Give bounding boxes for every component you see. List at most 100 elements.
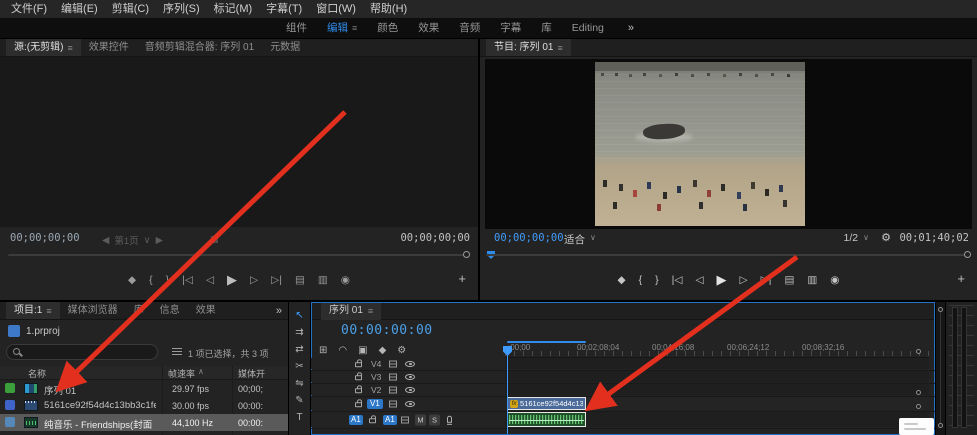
track-a1-lane[interactable] [505,412,929,427]
eye-icon[interactable] [405,361,415,367]
sync-lock-icon[interactable] [401,416,409,423]
go-to-out-button[interactable]: ▷| [761,274,772,286]
sync-lock-icon[interactable] [389,360,397,367]
render-zoom-bar[interactable] [507,341,586,343]
menu-edit[interactable]: 编辑(E) [54,0,105,18]
tab-effect-controls[interactable]: 效果控件 [81,39,137,57]
scrollbar-knob-top[interactable] [938,307,943,312]
sync-lock-icon[interactable] [389,386,397,393]
menu-title[interactable]: 字幕(T) [259,0,309,18]
lock-icon[interactable] [355,402,362,407]
source-scrub-bar[interactable] [8,251,470,260]
pager-prev-icon[interactable]: ◀ [102,235,109,246]
tab-effects[interactable]: 效果 [188,302,224,320]
program-scrub-bar[interactable] [486,251,971,260]
tab-project[interactable]: 项目:1 ≡ [6,302,60,320]
step-back-button[interactable]: ◁ [206,274,214,286]
tab-metadata[interactable]: 元数据 [262,39,308,57]
linked-selection-icon[interactable]: ▣ [358,345,367,356]
razor-tool-icon[interactable]: ✂ [289,359,310,374]
sync-lock-icon[interactable] [389,400,397,407]
mark-in-button[interactable]: { [149,274,153,286]
tab-source[interactable]: 源:(无剪辑) ≡ [6,39,81,57]
pager-next-icon[interactable]: ▶ [156,235,163,246]
play-button[interactable]: ▶ [717,272,727,288]
export-frame-button[interactable]: ◉ [341,274,350,286]
snap-magnet-icon[interactable]: ◠ [338,345,347,356]
scrub-track[interactable] [486,254,971,256]
track-target-badge[interactable]: V4 [371,359,381,369]
menu-clip[interactable]: 剪辑(C) [105,0,156,18]
pager-chevron-icon[interactable]: ∨ [144,235,151,246]
lift-button[interactable]: ▤ [784,274,794,286]
audio-clip[interactable] [507,412,586,427]
mark-in-button[interactable]: { [639,274,643,286]
project-row-audio-clip[interactable]: 纯音乐 - Friendships(封面 44,100 Hz 00:00: [0,414,288,431]
workspace-tab-titles[interactable]: 字幕 [490,18,531,38]
project-row-video-clip[interactable]: 5161ce92f54d4c13bb3c1fe 30.00 fps 00:00: [0,397,288,414]
program-current-timecode[interactable]: 00;00;00;00 [494,232,564,244]
panel-menu-icon[interactable]: ≡ [557,39,562,57]
panel-menu-icon[interactable]: ≡ [46,302,51,320]
extract-button[interactable]: ▥ [807,274,817,286]
insert-button[interactable]: ▤ [295,274,305,286]
workspace-tab-library[interactable]: 库 [531,18,562,38]
track-target-badge[interactable]: V2 [371,385,381,395]
play-button[interactable]: ▶ [227,272,237,288]
tab-audio-clip-mixer[interactable]: 音频剪辑混合器: 序列 01 [137,39,262,57]
button-editor-add-icon[interactable]: + [957,271,965,286]
track-v2-lane[interactable] [505,384,929,395]
slip-tool-icon[interactable]: ⇋ [289,376,310,391]
track-target-badge[interactable]: V3 [371,372,381,382]
timeline-current-timecode[interactable]: 00:00:00:00 [341,323,433,338]
mic-icon[interactable] [447,415,452,422]
project-search-box[interactable] [6,344,158,360]
list-view-icon[interactable] [172,348,182,357]
project-row-sequence[interactable]: 序列 01 29.97 fps 00;00; [0,380,288,397]
overwrite-button[interactable]: ▥ [318,274,328,286]
lock-icon[interactable] [355,375,362,380]
panel-menu-icon[interactable]: ≡ [67,39,72,57]
step-back-button[interactable]: ◁ [695,274,703,286]
menu-sequence[interactable]: 序列(S) [156,0,207,18]
fit-dropdown[interactable]: 适合 ∨ [564,232,596,247]
project-file-row[interactable]: 1.prproj [8,325,60,337]
go-to-in-button[interactable]: |◁ [182,274,193,286]
eye-icon[interactable] [405,374,415,380]
scrub-handle[interactable] [463,251,470,258]
menu-help[interactable]: 帮助(H) [363,0,414,18]
tab-libraries[interactable]: 库 [126,302,152,320]
mark-out-button[interactable]: } [655,274,659,286]
step-forward-button[interactable]: ▷ [740,274,748,286]
solo-button[interactable]: S [429,414,440,425]
video-clip[interactable]: fx 5161ce92f54d4c13bb3c1fe [507,397,586,410]
pen-tool-icon[interactable]: ✎ [289,393,310,408]
workspace-menu-icon[interactable]: ≡ [352,18,357,38]
source-patch-badge[interactable]: A1 [349,415,363,425]
track-resize-knob[interactable] [916,404,921,409]
timeline-vertical-scrollbar[interactable] [936,302,945,435]
workspace-tab-audio[interactable]: 音频 [449,18,490,38]
tab-sequence-01[interactable]: 序列 01 ≡ [321,302,381,320]
lock-icon[interactable] [355,362,362,367]
button-editor-add-icon[interactable]: + [458,271,466,286]
ruler-scroll-knob[interactable] [916,349,921,354]
export-frame-button[interactable]: ◉ [830,274,839,286]
panel-overflow-icon[interactable]: » [276,302,282,320]
tab-info[interactable]: 信息 [152,302,188,320]
source-display-grid-icon[interactable]: ▦ [210,234,219,245]
workspace-tab-assembly[interactable]: 组件 [276,18,317,38]
step-forward-button[interactable]: ▷ [250,274,258,286]
sync-lock-icon[interactable] [389,373,397,380]
menu-window[interactable]: 窗口(W) [309,0,363,18]
column-name[interactable]: 名称 [28,367,46,380]
track-v4-lane[interactable] [505,358,929,369]
add-marker-icon[interactable]: ◆ [379,345,387,356]
track-target-badge-active[interactable]: A1 [383,415,397,425]
lock-icon[interactable] [355,388,362,393]
tab-media-browser[interactable]: 媒体浏览器 [60,302,126,320]
source-current-timecode[interactable]: 00;00;00;00 [10,232,80,244]
track-v1-lane[interactable]: fx 5161ce92f54d4c13bb3c1fe [505,397,929,410]
lock-icon[interactable] [369,418,376,423]
scrub-handle[interactable] [964,251,971,258]
